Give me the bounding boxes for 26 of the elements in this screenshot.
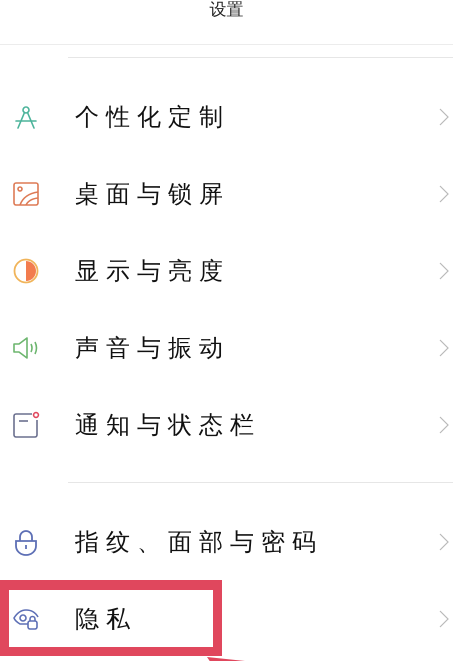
chevron-icon bbox=[439, 610, 449, 628]
chevron-icon bbox=[439, 108, 449, 126]
item-label: 个性化定制 bbox=[75, 102, 230, 132]
brightness-icon bbox=[12, 256, 40, 284]
settings-item[interactable]: 桌面与锁屏 bbox=[0, 155, 453, 232]
item-label: 通知与状态栏 bbox=[75, 410, 261, 440]
chevron-icon bbox=[439, 338, 449, 356]
page-title: 设置 bbox=[210, 0, 244, 20]
settings-item[interactable]: 隐私 bbox=[0, 580, 453, 657]
item-label: 隐私 bbox=[75, 604, 137, 634]
settings-item[interactable]: 显示与亮度 bbox=[0, 232, 453, 309]
settings-item[interactable]: 声音与振动 bbox=[0, 309, 453, 386]
item-label: 桌面与锁屏 bbox=[75, 178, 230, 210]
chevron-icon bbox=[439, 262, 449, 280]
item-label: 指纹、面部与密码 bbox=[75, 526, 323, 558]
settings-item[interactable]: 指纹、面部与密码 bbox=[0, 503, 453, 580]
wallpaper-icon bbox=[12, 180, 40, 208]
item-label: 声音与振动 bbox=[75, 332, 230, 364]
chevron-icon bbox=[439, 184, 449, 202]
settings-item[interactable]: 通知与状态栏 bbox=[0, 386, 453, 463]
chevron-icon bbox=[439, 532, 449, 550]
settings-item[interactable]: 个性化定制 bbox=[0, 78, 453, 155]
chevron-icon bbox=[439, 416, 449, 434]
lock-icon bbox=[12, 528, 40, 556]
item-label: 显示与亮度 bbox=[75, 256, 230, 286]
notification-icon bbox=[12, 410, 40, 438]
